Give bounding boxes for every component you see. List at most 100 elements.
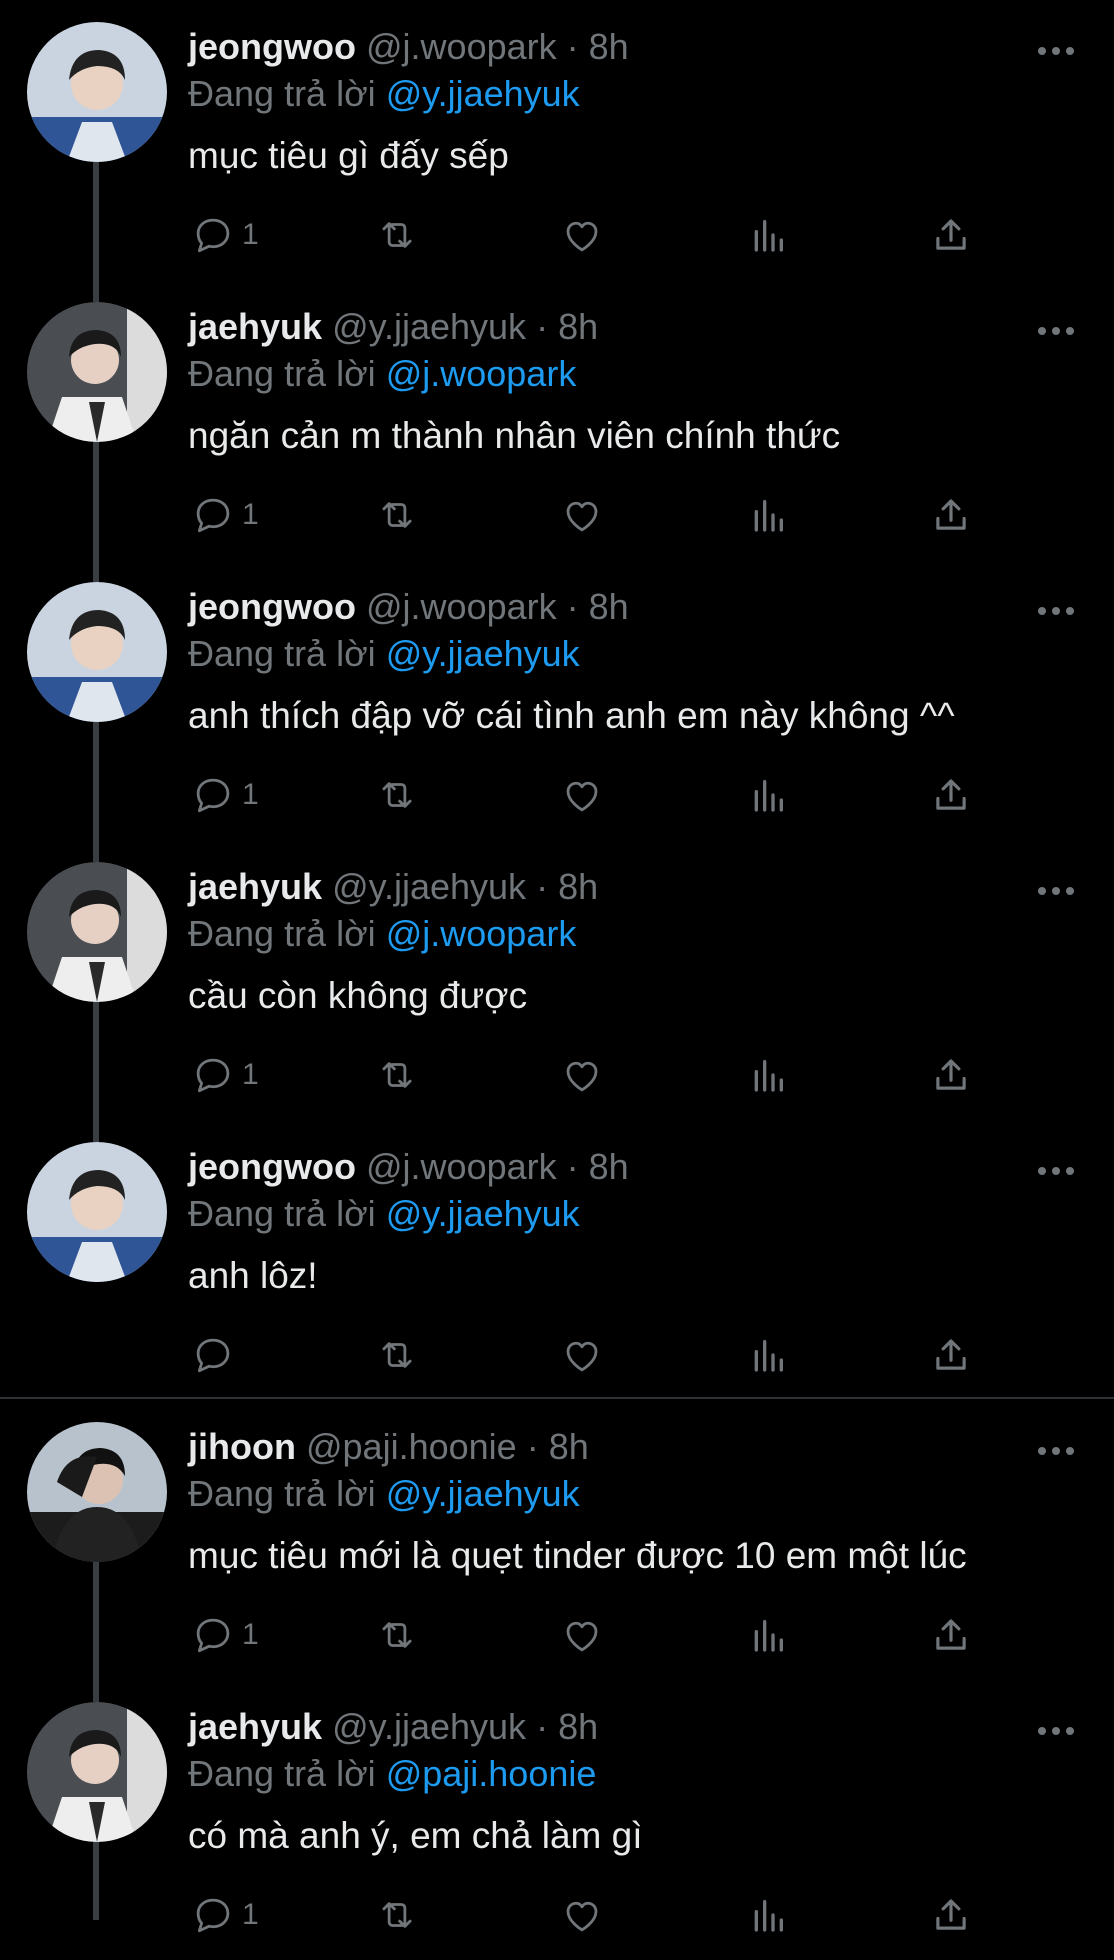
- retweet-button[interactable]: [374, 770, 420, 820]
- reply-button[interactable]: 1: [192, 1050, 259, 1100]
- reply-button[interactable]: 1: [192, 1610, 259, 1660]
- timestamp[interactable]: 8h: [558, 866, 598, 907]
- views-button[interactable]: [748, 770, 788, 820]
- avatar[interactable]: [27, 862, 167, 1002]
- reply-mention[interactable]: @y.jjaehyuk: [386, 1193, 580, 1234]
- more-icon[interactable]: [1036, 604, 1076, 618]
- reply-mention[interactable]: @j.woopark: [386, 353, 577, 394]
- views-button[interactable]: [748, 1050, 788, 1100]
- author-handle[interactable]: @paji.hoonie: [306, 1426, 517, 1467]
- author-name[interactable]: jihoon: [188, 1426, 296, 1467]
- avatar[interactable]: [27, 1702, 167, 1842]
- separator-dot: ·: [526, 1426, 539, 1467]
- thread-line: [93, 560, 99, 582]
- like-button[interactable]: [560, 1330, 604, 1380]
- author-handle[interactable]: @y.jjaehyuk: [332, 306, 526, 347]
- share-icon: [930, 214, 972, 256]
- retweet-button[interactable]: [374, 1610, 420, 1660]
- author-handle[interactable]: @j.woopark: [366, 586, 557, 627]
- like-icon: [560, 494, 604, 536]
- author-name[interactable]: jeongwoo: [188, 1146, 356, 1187]
- author-name[interactable]: jaehyuk: [188, 306, 322, 347]
- retweet-button[interactable]: [374, 210, 420, 260]
- tweet[interactable]: jaehyuk @y.jjaehyuk · 8h Đang trả lời @j…: [0, 280, 1114, 560]
- share-button[interactable]: [930, 1610, 972, 1660]
- timestamp[interactable]: 8h: [589, 586, 629, 627]
- author-handle[interactable]: @y.jjaehyuk: [332, 866, 526, 907]
- tweet-text: mục tiêu mới là quẹt tinder được 10 em m…: [188, 1535, 967, 1576]
- reply-prefix: Đang trả lời: [188, 1753, 376, 1794]
- views-button[interactable]: [748, 490, 788, 540]
- share-icon: [930, 1334, 972, 1376]
- tweet[interactable]: jihoon @paji.hoonie · 8h Đang trả lời @y…: [0, 1400, 1114, 1680]
- retweet-button[interactable]: [374, 490, 420, 540]
- share-button[interactable]: [930, 770, 972, 820]
- tweet-text: mục tiêu gì đấy sếp: [188, 135, 509, 176]
- reply-mention[interactable]: @y.jjaehyuk: [386, 73, 580, 114]
- share-button[interactable]: [930, 1330, 972, 1380]
- author-handle[interactable]: @j.woopark: [366, 1146, 557, 1187]
- reply-icon: [192, 1334, 234, 1376]
- retweet-button[interactable]: [374, 1330, 420, 1380]
- tweet[interactable]: jeongwoo @j.woopark · 8h Đang trả lời @y…: [0, 1120, 1114, 1400]
- more-icon[interactable]: [1036, 324, 1076, 338]
- retweet-button[interactable]: [374, 1050, 420, 1100]
- author-name[interactable]: jeongwoo: [188, 586, 356, 627]
- author-name[interactable]: jaehyuk: [188, 1706, 322, 1747]
- author-handle[interactable]: @y.jjaehyuk: [332, 1706, 526, 1747]
- author-name[interactable]: jeongwoo: [188, 26, 356, 67]
- share-button[interactable]: [930, 1050, 972, 1100]
- more-icon[interactable]: [1036, 44, 1076, 58]
- avatar[interactable]: [27, 22, 167, 162]
- views-icon: [748, 1894, 788, 1936]
- reply-icon: [192, 214, 234, 256]
- reply-prefix: Đang trả lời: [188, 1473, 376, 1514]
- reply-button[interactable]: 1: [192, 210, 259, 260]
- reply-button[interactable]: 1: [192, 1890, 259, 1940]
- like-button[interactable]: [560, 770, 604, 820]
- action-bar: 1: [0, 490, 1114, 540]
- retweet-icon: [374, 494, 420, 536]
- more-icon[interactable]: [1036, 884, 1076, 898]
- timestamp[interactable]: 8h: [589, 26, 629, 67]
- reply-mention[interactable]: @paji.hoonie: [386, 1753, 597, 1794]
- author-handle[interactable]: @j.woopark: [366, 26, 557, 67]
- more-icon[interactable]: [1036, 1164, 1076, 1178]
- avatar[interactable]: [27, 1142, 167, 1282]
- reply-button[interactable]: 1: [192, 770, 259, 820]
- timestamp[interactable]: 8h: [558, 306, 598, 347]
- tweet[interactable]: jaehyuk @y.jjaehyuk · 8h Đang trả lời @j…: [0, 840, 1114, 1120]
- reply-button[interactable]: [192, 1330, 242, 1380]
- views-button[interactable]: [748, 210, 788, 260]
- tweet[interactable]: jaehyuk @y.jjaehyuk · 8h Đang trả lời @p…: [0, 1680, 1114, 1960]
- timestamp[interactable]: 8h: [589, 1146, 629, 1187]
- like-button[interactable]: [560, 490, 604, 540]
- more-icon[interactable]: [1036, 1444, 1076, 1458]
- more-icon[interactable]: [1036, 1724, 1076, 1738]
- reply-mention[interactable]: @y.jjaehyuk: [386, 633, 580, 674]
- reply-mention[interactable]: @y.jjaehyuk: [386, 1473, 580, 1514]
- avatar[interactable]: [27, 582, 167, 722]
- reply-mention[interactable]: @j.woopark: [386, 913, 577, 954]
- like-button[interactable]: [560, 210, 604, 260]
- timestamp[interactable]: 8h: [549, 1426, 589, 1467]
- tweet[interactable]: jeongwoo @j.woopark · 8h Đang trả lời @y…: [0, 560, 1114, 840]
- like-button[interactable]: [560, 1890, 604, 1940]
- reply-button[interactable]: 1: [192, 490, 259, 540]
- like-button[interactable]: [560, 1050, 604, 1100]
- avatar[interactable]: [27, 302, 167, 442]
- retweet-button[interactable]: [374, 1890, 420, 1940]
- views-button[interactable]: [748, 1330, 788, 1380]
- share-button[interactable]: [930, 210, 972, 260]
- avatar[interactable]: [27, 1422, 167, 1562]
- like-button[interactable]: [560, 1610, 604, 1660]
- author-name[interactable]: jaehyuk: [188, 866, 322, 907]
- reply-icon: [192, 1894, 234, 1936]
- timestamp[interactable]: 8h: [558, 1706, 598, 1747]
- tweet[interactable]: jeongwoo @j.woopark · 8h Đang trả lời @y…: [0, 0, 1114, 280]
- share-button[interactable]: [930, 490, 972, 540]
- views-button[interactable]: [748, 1610, 788, 1660]
- views-button[interactable]: [748, 1890, 788, 1940]
- share-button[interactable]: [930, 1890, 972, 1940]
- share-icon: [930, 774, 972, 816]
